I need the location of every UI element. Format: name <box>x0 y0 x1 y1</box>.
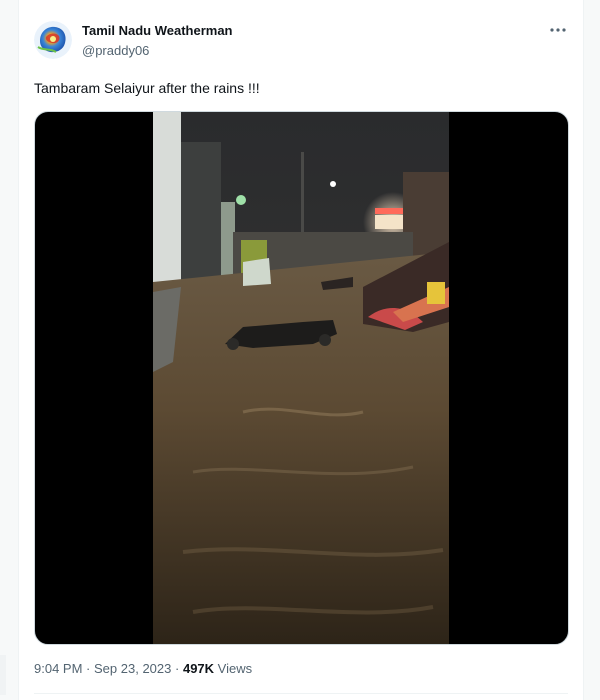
meta-separator-2: · <box>175 661 180 676</box>
meta-separator: · <box>86 661 91 676</box>
tweet-time[interactable]: 9:04 PM <box>34 661 82 676</box>
more-options-button[interactable] <box>548 22 568 38</box>
author-display-name[interactable]: Tamil Nadu Weatherman <box>82 23 233 38</box>
weather-radar-avatar-icon <box>34 21 72 59</box>
views-count: 497K <box>182 661 215 676</box>
views-label: Views <box>217 661 253 676</box>
divider <box>34 693 568 694</box>
tweet-date[interactable]: Sep 23, 2023 <box>94 661 171 676</box>
flooded-street-video-frame-icon <box>153 112 449 644</box>
tweet-text: Tambaram Selaiyur after the rains !!! <box>34 80 260 96</box>
avatar[interactable] <box>34 21 72 59</box>
tweet-video[interactable] <box>34 111 569 645</box>
tweet-meta: 9:04 PM · Sep 23, 2023 · 497K Views <box>34 661 252 676</box>
more-dots-icon <box>550 28 566 32</box>
page-edge <box>0 655 6 695</box>
author-handle[interactable]: @praddy06 <box>82 43 149 58</box>
